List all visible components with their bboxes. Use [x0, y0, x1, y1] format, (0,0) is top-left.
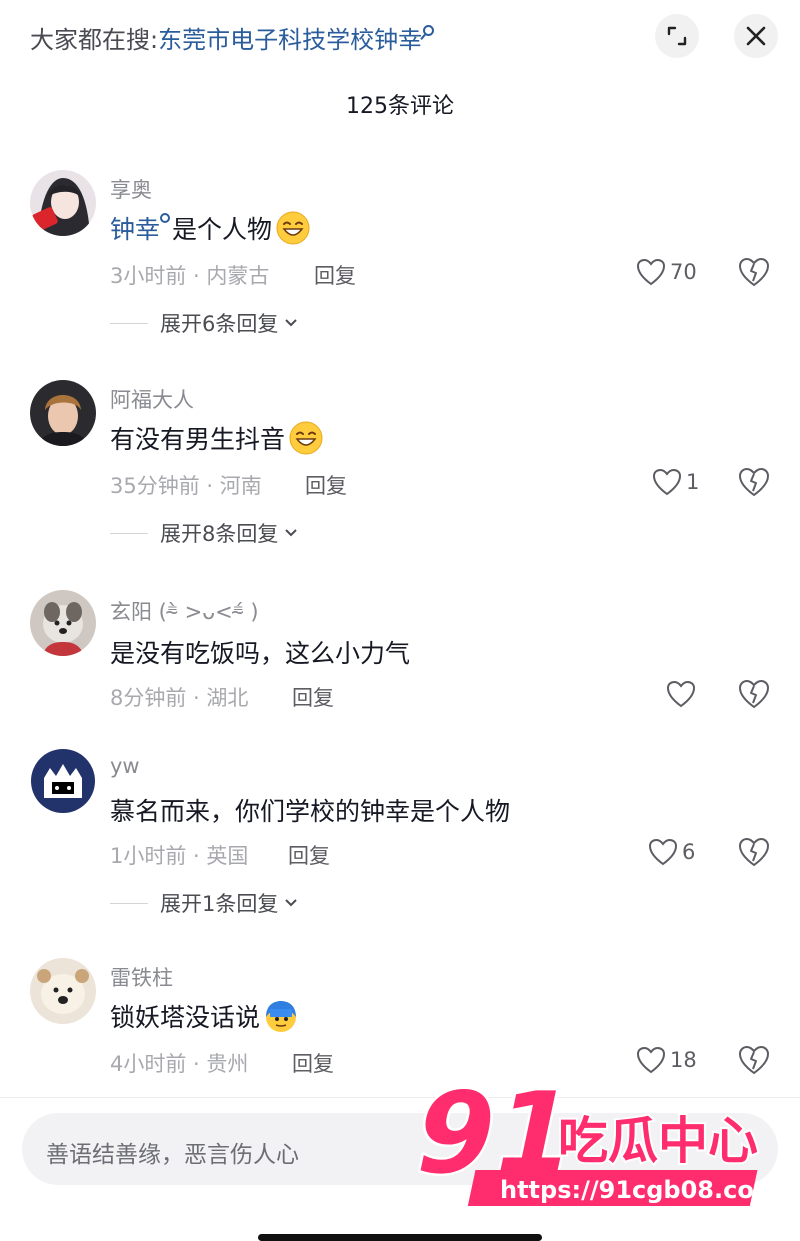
hashtag-link[interactable]: 钟幸 [110, 210, 160, 246]
watermark-logo: 91 吃瓜中心 https://91cgb08.com [408, 1066, 779, 1206]
reply-button[interactable]: 回复 [314, 260, 356, 290]
watermark-label: 吃瓜中心 [558, 1112, 758, 1170]
blue-face-emoji-icon [266, 1001, 297, 1032]
grinning-emoji-icon [289, 421, 323, 455]
expand-icon [667, 26, 687, 46]
comment-text: 钟幸 是个人物 [110, 210, 310, 246]
chevron-down-icon [285, 899, 298, 907]
heart-icon [652, 468, 682, 496]
reply-button[interactable]: 回复 [292, 1048, 334, 1078]
dislike-icon[interactable] [738, 837, 770, 867]
comment-input-placeholder: 善语结善缘，恶言伤人心 [46, 1142, 299, 1168]
close-button[interactable] [734, 14, 778, 58]
like-button[interactable]: 70 [636, 258, 697, 286]
avatar[interactable] [30, 170, 96, 236]
like-count: 70 [670, 260, 697, 284]
heart-icon [636, 258, 666, 286]
close-icon [746, 26, 766, 46]
like-button[interactable]: 6 [648, 838, 695, 866]
avatar[interactable] [30, 748, 96, 814]
dislike-icon[interactable] [738, 467, 770, 497]
comment-text: 是没有吃饭吗，这么小力气 [110, 639, 411, 668]
like-button[interactable] [666, 680, 700, 708]
reply-button[interactable]: 回复 [305, 470, 347, 500]
search-suggestion-term[interactable]: 东莞市电子科技学校钟幸 [158, 26, 422, 54]
grinning-emoji-icon [276, 211, 310, 245]
divider-line [110, 902, 148, 904]
search-icon [423, 25, 435, 36]
avatar[interactable] [30, 958, 96, 1024]
search-suggestion-prefix: 大家都在搜: [30, 26, 159, 54]
search-icon [160, 213, 171, 223]
username[interactable]: 阿福大人 [110, 384, 194, 414]
reply-button[interactable]: 回复 [288, 840, 330, 870]
comment-meta: 35分钟前 · 河南 [110, 474, 262, 498]
expand-replies-button[interactable]: 展开8条回复 [110, 518, 298, 548]
username[interactable]: 享奥 [110, 174, 152, 204]
watermark-url: https://91cgb08.com [500, 1176, 779, 1204]
chevron-down-icon [285, 529, 298, 537]
divider-line [110, 532, 148, 534]
avatar[interactable] [30, 380, 96, 446]
avatar[interactable] [30, 590, 96, 656]
comment-text: 慕名而来，你们学校的钟幸是个人物 [110, 797, 511, 826]
heart-icon [666, 680, 696, 708]
top-bar: 大家都在搜:东莞市电子科技学校钟幸 [0, 0, 800, 76]
like-count: 1 [686, 470, 700, 494]
comment-meta: 3小时前 · 内蒙古 [110, 264, 270, 288]
search-suggestion[interactable]: 大家都在搜:东莞市电子科技学校钟幸 [30, 20, 435, 55]
comment-text: 锁妖塔没话说 [110, 998, 298, 1034]
comment-meta: 4小时前 · 贵州 [110, 1052, 249, 1076]
dislike-icon[interactable] [738, 257, 770, 287]
divider-line [110, 322, 148, 324]
expand-replies-button[interactable]: 展开6条回复 [110, 308, 298, 338]
comment-meta: 1小时前 · 英国 [110, 844, 249, 868]
like-count: 6 [682, 840, 696, 864]
home-indicator [258, 1234, 542, 1241]
comment-meta: 8分钟前 · 湖北 [110, 686, 249, 710]
username[interactable]: 玄阳 (⁼̴̀ >ᴗ<⁼̴́ ) [110, 596, 259, 626]
username[interactable]: yw [110, 754, 140, 778]
heart-icon [648, 838, 678, 866]
like-button[interactable]: 1 [652, 468, 699, 496]
expand-replies-button[interactable]: 展开1条回复 [110, 888, 298, 918]
chevron-down-icon [285, 319, 298, 327]
dislike-icon[interactable] [738, 679, 770, 709]
expand-button[interactable] [655, 14, 699, 58]
comment-text: 有没有男生抖音 [110, 420, 323, 456]
reply-button[interactable]: 回复 [292, 682, 334, 712]
username[interactable]: 雷铁柱 [110, 962, 173, 992]
comment-count: 125条评论 [346, 94, 454, 119]
